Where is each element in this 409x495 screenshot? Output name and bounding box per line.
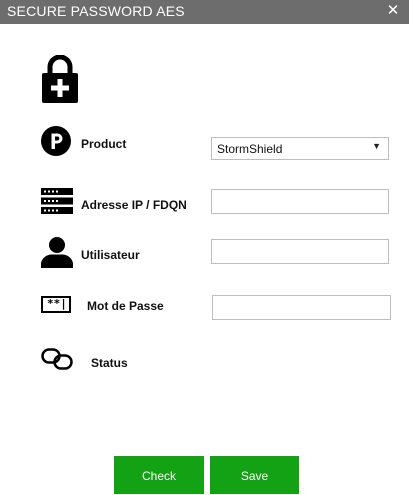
address-input[interactable] (211, 189, 389, 214)
password-label: Mot de Passe (87, 299, 164, 313)
server-icon (41, 188, 73, 214)
title-bar: SECURE PASSWORD AES ✕ (0, 0, 409, 24)
lock-plus-icon (42, 55, 78, 103)
password-field-icon: **| (41, 296, 71, 313)
window-title: SECURE PASSWORD AES (7, 3, 185, 19)
user-input[interactable] (211, 239, 389, 264)
close-icon[interactable]: ✕ (385, 2, 401, 20)
link-icon (41, 348, 73, 370)
address-label: Adresse IP / FDQN (81, 198, 187, 212)
password-icon-text: **| (47, 297, 67, 310)
status-label: Status (91, 356, 128, 370)
parking-p-icon (41, 126, 71, 156)
product-label: Product (81, 137, 127, 151)
save-button[interactable]: Save (210, 456, 299, 494)
user-label: Utilisateur (81, 248, 140, 262)
check-button[interactable]: Check (114, 456, 204, 494)
user-icon (41, 237, 73, 268)
password-input[interactable] (212, 295, 391, 320)
chevron-down-icon: ▼ (372, 141, 381, 151)
product-selected-value: StormShield (217, 142, 283, 156)
product-select[interactable]: StormShield ▼ (211, 137, 389, 160)
